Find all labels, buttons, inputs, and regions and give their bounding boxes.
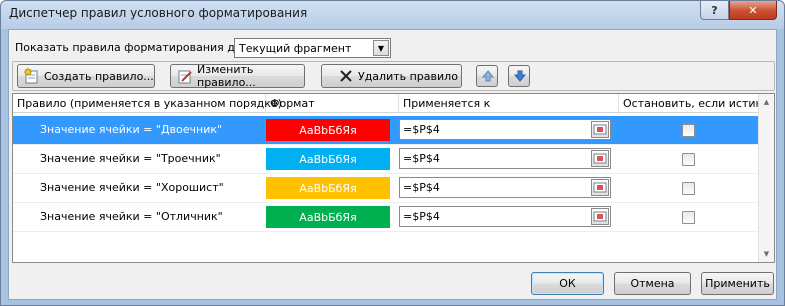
format-preview: AaBbБбЯя: [266, 119, 390, 141]
rules-grid: Правило (применяется в указанном порядке…: [12, 93, 775, 263]
title-bar[interactable]: Диспетчер правил условного форматировани…: [1, 1, 784, 29]
new-rule-icon: [24, 68, 40, 84]
apply-button[interactable]: Применить: [701, 272, 774, 295]
dialog-body: Показать правила форматирования для: Тек…: [8, 29, 777, 300]
applies-to-value: =$P$4: [403, 152, 440, 165]
stop-if-true-checkbox[interactable]: [682, 124, 695, 137]
rule-row[interactable]: Значение ячейки = "Двоечник" AaBbБбЯя =$…: [13, 116, 760, 145]
range-picker-icon[interactable]: [591, 179, 609, 196]
stop-if-true-checkbox[interactable]: [682, 153, 695, 166]
rule-condition: Значение ячейки = "Двоечник": [40, 123, 223, 136]
show-rules-value: Текущий фрагмент: [239, 42, 352, 55]
stop-if-true-checkbox[interactable]: [682, 211, 695, 224]
show-rules-label: Показать правила форматирования для:: [15, 41, 253, 54]
range-picker-icon[interactable]: [591, 121, 609, 138]
format-preview: AaBbБбЯя: [266, 206, 390, 228]
format-preview: AaBbБбЯя: [266, 148, 390, 170]
applies-to-value: =$P$4: [403, 123, 440, 136]
rule-condition: Значение ячейки = "Троечник": [40, 152, 221, 165]
vertical-scrollbar[interactable]: ▲ ▼: [758, 94, 774, 262]
range-picker-icon[interactable]: [591, 150, 609, 167]
move-down-button[interactable]: [508, 65, 530, 87]
edit-rule-icon: [177, 68, 193, 84]
column-header-applies-to[interactable]: Применяется к: [399, 94, 619, 113]
rule-row[interactable]: Значение ячейки = "Отличник" AaBbБбЯя =$…: [13, 203, 760, 232]
edit-rule-button[interactable]: Изменить правило...: [170, 63, 305, 89]
rule-row[interactable]: Значение ячейки = "Троечник" AaBbБбЯя =$…: [13, 145, 760, 174]
applies-to-field[interactable]: =$P$4: [399, 206, 611, 227]
range-picker-icon[interactable]: [591, 208, 609, 225]
help-button[interactable]: ?: [700, 1, 729, 20]
window-title: Диспетчер правил условного форматировани…: [9, 6, 308, 20]
delete-x-icon: [338, 68, 354, 84]
column-header-stop-if-true[interactable]: Остановить, если истина: [619, 94, 769, 113]
applies-to-field[interactable]: =$P$4: [399, 119, 611, 140]
arrow-up-icon: [480, 68, 496, 84]
edit-rule-label: Изменить правило...: [197, 63, 256, 89]
rule-row[interactable]: Значение ячейки = "Хорошист" AaBbБбЯя =$…: [13, 174, 760, 203]
move-up-button[interactable]: [476, 65, 498, 87]
rule-condition: Значение ячейки = "Отличник": [40, 210, 223, 223]
stop-if-true-checkbox[interactable]: [682, 182, 695, 195]
column-header-rule[interactable]: Правило (применяется в указанном порядке…: [13, 94, 282, 113]
cancel-button[interactable]: Отмена: [614, 272, 691, 295]
applies-to-value: =$P$4: [403, 181, 440, 194]
ok-button[interactable]: ОК: [531, 272, 604, 295]
show-rules-dropdown[interactable]: Текущий фрагмент ▼: [234, 38, 391, 58]
delete-rule-button[interactable]: Удалить правило: [321, 64, 462, 88]
grid-header: Правило (применяется в указанном порядке…: [13, 94, 769, 113]
applies-to-field[interactable]: =$P$4: [399, 177, 611, 198]
scroll-up-icon[interactable]: ▲: [759, 94, 774, 110]
close-button[interactable]: ✕: [729, 1, 777, 20]
create-rule-button[interactable]: Создать правило...: [17, 64, 155, 88]
conditional-formatting-dialog: Диспетчер правил условного форматировани…: [0, 0, 785, 306]
applies-to-field[interactable]: =$P$4: [399, 148, 611, 169]
rule-condition: Значение ячейки = "Хорошист": [40, 181, 224, 194]
arrow-down-icon: [512, 68, 528, 84]
column-header-format[interactable]: Формат: [266, 94, 399, 113]
format-preview: AaBbБбЯя: [266, 177, 390, 199]
applies-to-value: =$P$4: [403, 210, 440, 223]
delete-rule-label: Удалить правило: [358, 69, 458, 83]
scroll-down-icon[interactable]: ▼: [759, 246, 774, 262]
chevron-down-icon[interactable]: ▼: [373, 40, 389, 56]
create-rule-label: Создать правило...: [44, 69, 154, 83]
